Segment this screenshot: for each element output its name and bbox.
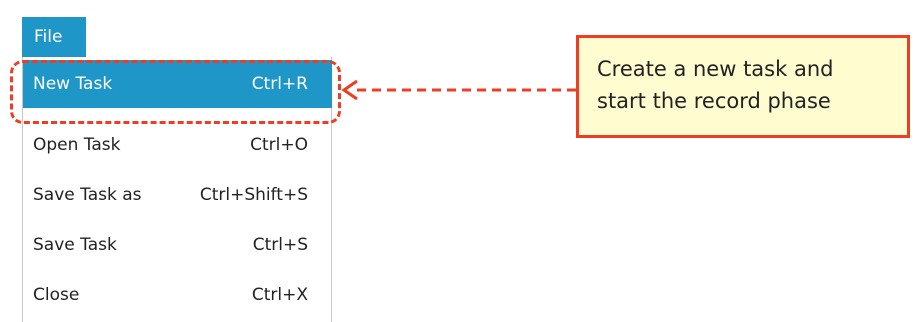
menu-item-shortcut: Ctrl+S xyxy=(252,235,308,255)
screenshot-canvas: File New Task Ctrl+R Open Task Ctrl+O Sa… xyxy=(0,0,916,322)
file-dropdown-menu: New Task Ctrl+R Open Task Ctrl+O Save Ta… xyxy=(22,57,332,322)
menu-item-close[interactable]: Close Ctrl+X xyxy=(23,271,332,319)
menu-item-shortcut: Ctrl+Shift+S xyxy=(199,185,308,205)
callout-text-line-2: start the record phase xyxy=(597,89,831,113)
menu-item-new-task[interactable]: New Task Ctrl+R xyxy=(23,60,332,108)
menu-item-shortcut: Ctrl+R xyxy=(251,74,308,94)
menu-item-label: Open Task xyxy=(33,135,121,155)
menu-item-shortcut: Ctrl+O xyxy=(250,135,308,155)
menu-item-label: New Task xyxy=(33,74,113,94)
callout-note: Create a new task and start the record p… xyxy=(576,35,910,138)
menu-item-open-task[interactable]: Open Task Ctrl+O xyxy=(23,121,332,169)
menu-item-save-task-as[interactable]: Save Task as Ctrl+Shift+S xyxy=(23,171,332,219)
callout-text-line-1: Create a new task and xyxy=(597,57,834,81)
menu-item-label: Close xyxy=(33,285,80,305)
file-menu-button[interactable]: File xyxy=(22,17,86,57)
left-arrow-icon xyxy=(341,79,576,101)
menu-item-shortcut: Ctrl+X xyxy=(251,285,308,305)
menu-item-save-task[interactable]: Save Task Ctrl+S xyxy=(23,221,332,269)
menu-item-label: Save Task xyxy=(33,235,117,255)
menu-item-label: Save Task as xyxy=(33,185,142,205)
